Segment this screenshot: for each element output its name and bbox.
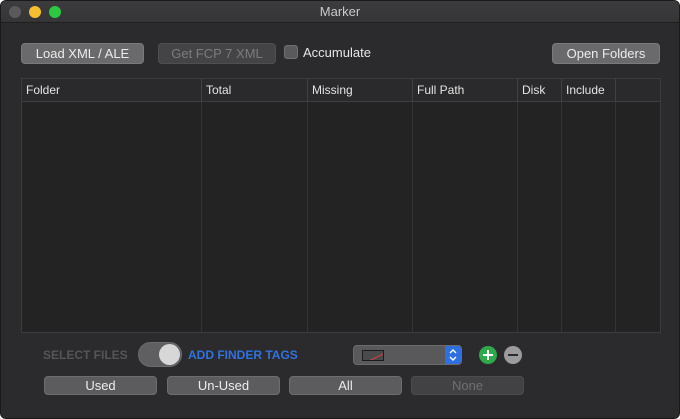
table-header: Folder Total Missing Full Path Disk Incl…	[22, 79, 660, 102]
column-header-total[interactable]: Total	[202, 79, 308, 102]
column-divider	[561, 102, 562, 332]
popup-arrows-icon	[445, 346, 461, 364]
load-xml-ale-button[interactable]: Load XML / ALE	[21, 43, 144, 64]
column-divider	[307, 102, 308, 332]
all-button[interactable]: All	[289, 376, 402, 395]
title-bar: Marker	[1, 1, 679, 23]
column-header-full-path[interactable]: Full Path	[413, 79, 518, 102]
none-button[interactable]: None	[411, 376, 524, 395]
no-color-swatch-icon	[362, 350, 384, 361]
select-files-label[interactable]: SELECT FILES	[43, 348, 128, 362]
remove-tag-button[interactable]	[504, 346, 522, 364]
column-divider	[517, 102, 518, 332]
get-fcp7-xml-button[interactable]: Get FCP 7 XML	[158, 43, 276, 64]
column-header-disk[interactable]: Disk	[518, 79, 562, 102]
minus-icon	[508, 354, 518, 356]
unused-button[interactable]: Un-Used	[167, 376, 280, 395]
window-title: Marker	[319, 4, 361, 19]
column-header-missing[interactable]: Missing	[308, 79, 413, 102]
plus-icon	[483, 350, 493, 360]
add-tag-button[interactable]	[479, 346, 497, 364]
column-divider	[201, 102, 202, 332]
folders-table[interactable]: Folder Total Missing Full Path Disk Incl…	[21, 78, 661, 333]
select-files-tags-toggle[interactable]	[138, 342, 182, 367]
column-divider	[615, 102, 616, 332]
column-divider	[412, 102, 413, 332]
accumulate-checkbox[interactable]	[284, 45, 298, 59]
accumulate-label: Accumulate	[303, 45, 371, 60]
open-folders-button[interactable]: Open Folders	[552, 43, 660, 64]
toggle-knob	[159, 344, 180, 365]
column-header-folder[interactable]: Folder	[22, 79, 202, 102]
app-window: Marker Load XML / ALE Get FCP 7 XML Accu…	[0, 0, 680, 419]
column-header-include[interactable]: Include	[562, 79, 616, 102]
add-finder-tags-label[interactable]: ADD FINDER TAGS	[188, 348, 298, 362]
tag-color-popup[interactable]	[353, 345, 462, 365]
used-button[interactable]: Used	[44, 376, 157, 395]
